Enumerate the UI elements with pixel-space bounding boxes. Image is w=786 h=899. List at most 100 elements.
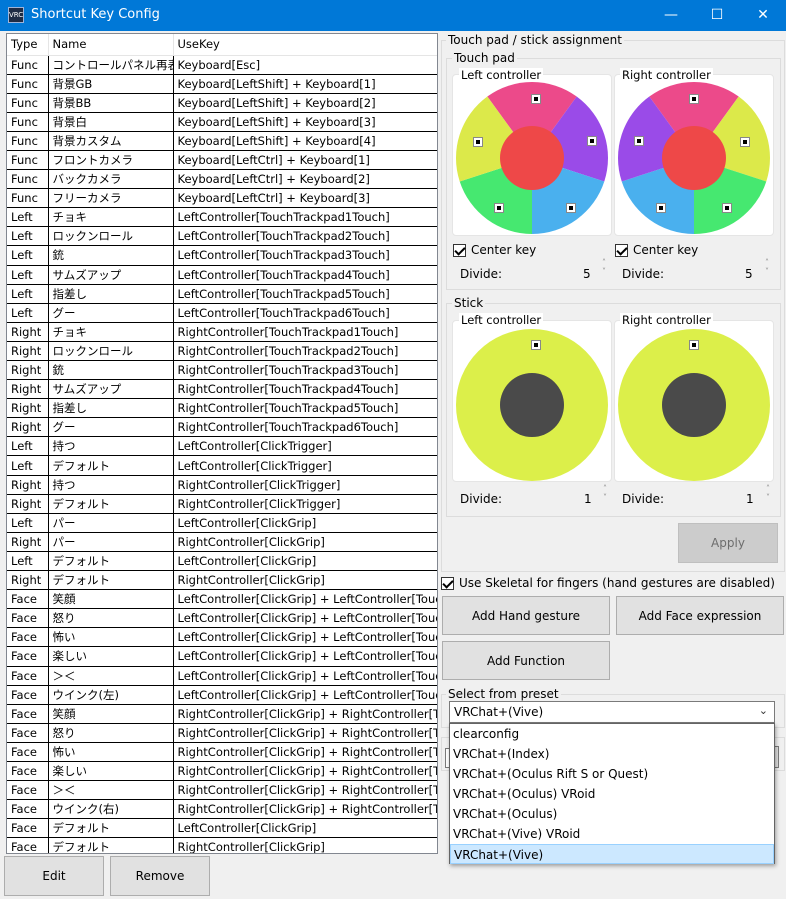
table-row[interactable]: Right 指差し RightController[TouchTrackpad5To…	[7, 398, 437, 419]
preset-dropdown-list[interactable]: clearconfig VRChat+(Index) VRChat+(Oculus …	[449, 723, 775, 864]
touchpad-right-handle-2[interactable]	[740, 137, 750, 147]
center-key-right-checkbox[interactable]	[615, 244, 628, 257]
table-row[interactable]: Right チョキ RightController[TouchTrackpad1To…	[7, 322, 437, 342]
touchpad-left-handle-4[interactable]	[494, 203, 504, 213]
add-face-expression-button[interactable]: Add Face expression	[616, 596, 784, 635]
touchpad-right-handle-3[interactable]	[722, 203, 732, 213]
maximize-button[interactable]: ☐	[694, 0, 740, 31]
table-row[interactable]: Face 怒り RightController[ClickGrip] + Right…	[7, 723, 437, 743]
table-row[interactable]: Right デフォルト RightController[ClickGrip]	[7, 570, 437, 591]
column-header-usekey[interactable]: UseKey	[173, 34, 437, 56]
preset-select[interactable]: VRChat+(Vive) ⌄	[449, 701, 775, 723]
preset-option[interactable]: VRChat+(Oculus Rift S or Quest)	[450, 764, 774, 784]
table-row[interactable]: Face 笑顔 LeftController[ClickGrip] + LeftCo…	[7, 589, 437, 610]
preset-option[interactable]: VRChat+(Oculus)	[450, 804, 774, 824]
stick-right-handle[interactable]	[689, 340, 699, 350]
table-row[interactable]: Face 怖い LeftController[ClickGrip] + LeftCo…	[7, 627, 437, 648]
stick-left-wheel[interactable]	[456, 329, 608, 481]
table-row[interactable]: Right サムズアップ RightController[TouchTrackpad…	[7, 379, 437, 400]
touchpad-left-wheel[interactable]	[456, 82, 608, 234]
touchpad-left-handle-2[interactable]	[587, 136, 597, 146]
table-row[interactable]: Left 銃 LeftController[TouchTrackpad3Touch]	[7, 245, 437, 266]
table-row[interactable]: Face デフォルト RightController[ClickGrip]	[7, 837, 437, 853]
table-row[interactable]: Face ウインク(右) RightController[ClickGrip] + …	[7, 799, 437, 820]
table-row[interactable]: Face 笑顔 RightController[ClickGrip] + Right…	[7, 704, 437, 724]
stick-left-handle[interactable]	[531, 340, 541, 350]
stick-left-center[interactable]	[500, 373, 564, 437]
table-row[interactable]: Right グー RightController[TouchTrackpad6Tou…	[7, 417, 437, 438]
use-skeletal-checkbox[interactable]	[441, 577, 454, 590]
preset-option[interactable]: VRChat+(Oculus) VRoid	[450, 784, 774, 804]
touchpad-right-divide-value[interactable]: 5	[745, 267, 753, 281]
preset-option[interactable]: VRChat+(Index)	[450, 744, 774, 764]
add-hand-gesture-button[interactable]: Add Hand gesture	[442, 596, 610, 635]
stick-left-divide-spinner[interactable]: ˄ ˅	[597, 484, 613, 514]
table-row[interactable]: Func フロントカメラ Keyboard[LeftCtrl] + Keyboard…	[7, 150, 437, 171]
table-row[interactable]: Func バックカメラ Keyboard[LeftCtrl] + Keyboard[…	[7, 169, 437, 190]
stick-right-divide-value[interactable]: 1	[746, 492, 754, 506]
table-row[interactable]: Func フリーカメラ Keyboard[LeftCtrl] + Keyboard[…	[7, 188, 437, 209]
table-row[interactable]: Left 持つ LeftController[ClickTrigger]	[7, 436, 437, 457]
table-row[interactable]: Face 怖い RightController[ClickGrip] + Right…	[7, 742, 437, 762]
table-row[interactable]: Left デフォルト LeftController[ClickTrigger]	[7, 455, 437, 476]
remove-button[interactable]: Remove	[110, 856, 210, 896]
table-row[interactable]: Left グー LeftController[TouchTrackpad6Touch…	[7, 303, 437, 323]
apply-button[interactable]: Apply	[678, 523, 778, 563]
assignment-group-title: Touch pad / stick assignment	[446, 33, 624, 47]
stick-right-divide-spinner[interactable]: ˄ ˅	[760, 484, 776, 514]
stick-left-label: Left controller	[459, 313, 544, 327]
add-function-button[interactable]: Add Function	[442, 641, 610, 680]
preset-option[interactable]: VRChat+(Vive) VRoid	[450, 824, 774, 844]
table-row[interactable]: Right 持つ RightController[ClickTrigger]	[7, 475, 437, 495]
table-row[interactable]: Left パー LeftController[ClickGrip]	[7, 513, 437, 533]
touchpad-right-handle-5[interactable]	[634, 136, 644, 146]
touchpad-right-handle-4[interactable]	[656, 203, 666, 213]
table-row[interactable]: Right デフォルト RightController[ClickTrigger]	[7, 494, 437, 514]
name-cell: フリーカメラ	[48, 188, 174, 209]
table-row[interactable]: Face 楽しい RightController[ClickGrip] + Righ…	[7, 761, 437, 782]
table-row[interactable]: Right パー RightController[ClickGrip]	[7, 532, 437, 552]
stick-right-center[interactable]	[662, 373, 726, 437]
table-row[interactable]: Left デフォルト LeftController[ClickGrip]	[7, 551, 437, 572]
touchpad-left-handle-3[interactable]	[566, 203, 576, 213]
column-header-name[interactable]: Name	[48, 34, 174, 56]
edit-button[interactable]: Edit	[4, 856, 104, 896]
table-row[interactable]: Right 銃 RightController[TouchTrackpad3Touc…	[7, 360, 437, 381]
column-header-type[interactable]: Type	[7, 34, 49, 56]
touchpad-left-divide-spinner[interactable]: ˄ ˅	[596, 258, 612, 288]
table-row[interactable]: Face ウインク(左) LeftController[ClickGrip] + L…	[7, 685, 437, 705]
touchpad-right-handle-1[interactable]	[689, 94, 699, 104]
touchpad-left-handle-1[interactable]	[531, 94, 541, 104]
preset-option[interactable]: VRChat+(Vive)	[450, 844, 774, 864]
table-row[interactable]: Func 背景カスタム Keyboard[LeftShift] + Keyboard…	[7, 131, 437, 151]
type-cell: Func	[7, 150, 49, 171]
shortcut-table[interactable]: Type Name UseKey Funcコントロールパネル再表示Keyboar…	[6, 33, 438, 854]
table-row[interactable]: Func 背景白 Keyboard[LeftShift] + Keyboard[3]	[7, 112, 437, 132]
table-row[interactable]: Face ＞＜ LeftController[ClickGrip] + LeftCo…	[7, 666, 437, 686]
touchpad-left-handle-5[interactable]	[473, 137, 483, 147]
stick-left-divide-value[interactable]: 1	[584, 492, 592, 506]
touchpad-right-center[interactable]	[662, 126, 726, 190]
table-row[interactable]: Func 背景BB Keyboard[LeftShift] + Keyboard[2…	[7, 93, 437, 113]
table-row[interactable]: Face デフォルト LeftController[ClickGrip]	[7, 818, 437, 839]
table-row[interactable]: Left チョキ LeftController[TouchTrackpad1Touc…	[7, 207, 437, 228]
center-key-left-checkbox[interactable]	[453, 244, 466, 257]
table-row[interactable]: Face 楽しい LeftController[ClickGrip] + LeftC…	[7, 646, 437, 667]
type-cell: Face	[7, 723, 49, 743]
stick-right-wheel[interactable]	[618, 329, 770, 481]
table-row[interactable]: Func 背景GB Keyboard[LeftShift] + Keyboard[1…	[7, 74, 437, 94]
table-row[interactable]: Right ロックンロール RightController[TouchTrackpa…	[7, 341, 437, 362]
table-row[interactable]: Funcコントロールパネル再表示Keyboard[Esc]	[7, 55, 437, 75]
table-row[interactable]: Face ＞＜ RightController[ClickGrip] + Right…	[7, 780, 437, 801]
table-row[interactable]: Face 怒り LeftController[ClickGrip] + LeftCo…	[7, 608, 437, 629]
touchpad-left-center[interactable]	[500, 126, 564, 190]
touchpad-right-wheel[interactable]	[618, 82, 770, 234]
touchpad-right-divide-spinner[interactable]: ˄ ˅	[759, 258, 775, 288]
table-row[interactable]: Left 指差し LeftController[TouchTrackpad5Touc…	[7, 284, 437, 304]
preset-option[interactable]: clearconfig	[450, 724, 774, 744]
minimize-button[interactable]: —	[648, 0, 694, 31]
touchpad-left-divide-value[interactable]: 5	[583, 267, 591, 281]
table-row[interactable]: Left ロックンロール LeftController[TouchTrackpad2…	[7, 226, 437, 247]
close-button[interactable]: ✕	[740, 0, 786, 31]
table-row[interactable]: Left サムズアップ LeftController[TouchTrackpad4T…	[7, 265, 437, 285]
